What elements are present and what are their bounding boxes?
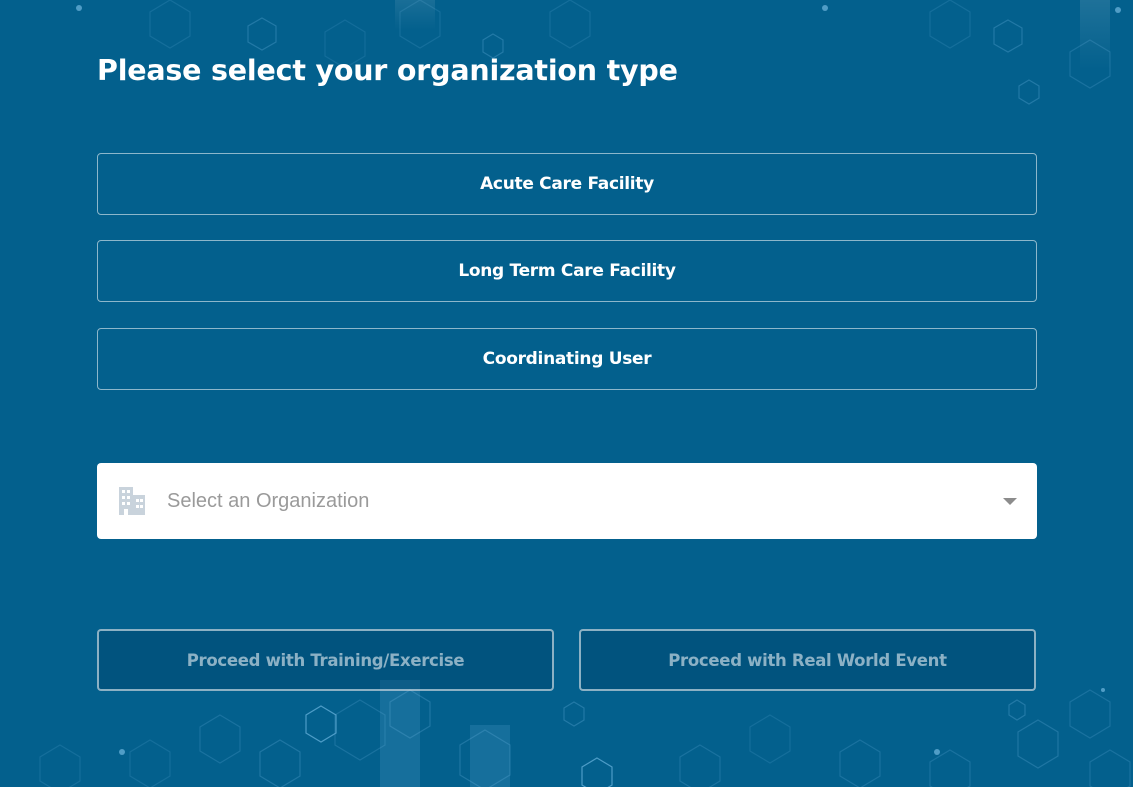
proceed-training-button[interactable]: Proceed with Training/Exercise — [97, 629, 554, 691]
caret-down-icon[interactable] — [1003, 498, 1017, 505]
organization-select[interactable]: Select an Organization — [97, 463, 1037, 539]
acute-care-facility-button[interactable]: Acute Care Facility — [97, 153, 1037, 215]
organization-select-placeholder: Select an Organization — [167, 490, 370, 512]
building-icon — [119, 487, 145, 515]
page-title: Please select your organization type — [97, 54, 678, 87]
long-term-care-facility-button[interactable]: Long Term Care Facility — [97, 240, 1037, 302]
proceed-real-world-button[interactable]: Proceed with Real World Event — [579, 629, 1036, 691]
coordinating-user-button[interactable]: Coordinating User — [97, 328, 1037, 390]
